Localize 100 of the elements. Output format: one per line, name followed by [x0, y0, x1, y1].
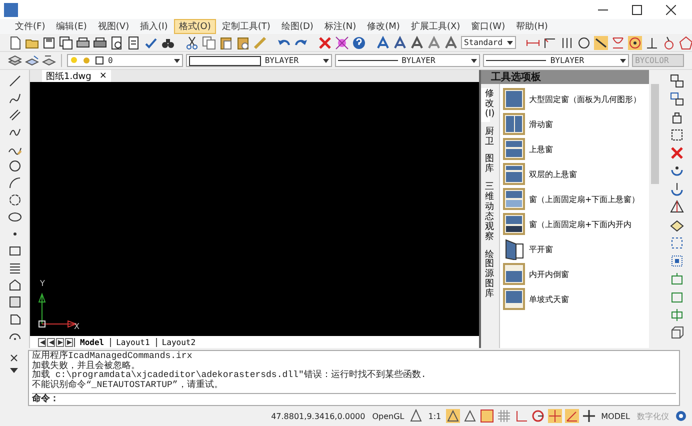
palette-item[interactable]: 大型固定窗（面板为几何图形） — [503, 88, 646, 110]
dropdown-arrow-icon[interactable] — [322, 58, 329, 62]
copy-objects-icon[interactable] — [670, 92, 684, 106]
menu-item[interactable]: 窗口(W) — [466, 19, 510, 34]
printer-icon[interactable] — [76, 36, 90, 50]
print-preview-icon[interactable] — [110, 36, 124, 50]
dropdown-arrow-icon[interactable] — [506, 40, 513, 44]
hatch-icon[interactable] — [8, 261, 22, 275]
extend-icon[interactable] — [670, 290, 684, 304]
next-tab-button[interactable] — [56, 338, 64, 346]
break-icon[interactable] — [670, 308, 684, 322]
dropdown-arrow-icon[interactable] — [174, 58, 180, 62]
last-tab-button[interactable] — [65, 338, 73, 346]
copy-objects-icon[interactable] — [670, 74, 684, 88]
model-space-button[interactable]: MODEL — [599, 412, 632, 420]
baseline-icon[interactable] — [560, 36, 574, 50]
menu-item[interactable]: 扩展工具(X) — [406, 19, 466, 34]
layout-tab[interactable]: Layout2 — [156, 338, 201, 346]
menu-item[interactable]: 修改(M) — [362, 19, 405, 34]
tab-close-button[interactable]: × — [99, 71, 107, 81]
layer-dropdown[interactable]: 0 — [67, 54, 183, 67]
ortho-icon[interactable] — [514, 409, 528, 423]
dropdown-arrow-icon[interactable] — [471, 58, 478, 62]
text-style-icon[interactable] — [410, 36, 424, 50]
check-icon[interactable] — [144, 36, 158, 50]
rectangle-icon[interactable] — [8, 244, 22, 258]
dropdown-arrow-icon[interactable] — [620, 58, 626, 62]
rotate-icon[interactable] — [670, 182, 684, 196]
box-icon[interactable] — [670, 326, 684, 340]
dropdown-arrow-icon[interactable] — [10, 366, 18, 374]
menu-item[interactable]: 插入(I) — [135, 19, 173, 34]
polyline-icon[interactable] — [8, 91, 22, 105]
save-all-icon[interactable] — [59, 36, 73, 50]
polygon-icon[interactable] — [8, 312, 22, 326]
diagonal-line-icon[interactable] — [594, 36, 608, 50]
snap-icon[interactable] — [480, 409, 494, 423]
color-dropdown[interactable]: BYLAYER — [186, 54, 332, 67]
menu-item[interactable]: 标注(N) — [319, 19, 362, 34]
palette-item[interactable]: 窗（上面固定扇+下面上悬窗） — [503, 188, 646, 210]
scale-icon[interactable] — [670, 254, 684, 268]
clipboard-icon[interactable] — [219, 36, 233, 50]
layout-tab[interactable]: Layout1 — [110, 338, 155, 346]
palette-item[interactable]: 平开窗 — [503, 238, 646, 260]
layer-previous-icon[interactable] — [42, 54, 56, 68]
menu-item[interactable]: 格式(O) — [174, 19, 216, 34]
lock-icon[interactable] — [670, 110, 684, 124]
purge-icon[interactable] — [335, 36, 349, 50]
center-mark-icon[interactable] — [628, 36, 642, 50]
object-snap-icon[interactable] — [548, 409, 562, 423]
menu-item[interactable]: 帮助(H) — [511, 19, 553, 34]
crosshair-icon[interactable] — [582, 409, 596, 423]
first-tab-button[interactable] — [38, 338, 46, 346]
line-icon[interactable] — [8, 74, 22, 88]
layer-state-icon[interactable] — [25, 54, 39, 68]
close-icon[interactable] — [10, 354, 18, 362]
palette-item[interactable]: 滑动窗 — [503, 113, 646, 135]
maximize-icon[interactable] — [632, 4, 642, 14]
rotate-icon[interactable] — [670, 164, 684, 178]
command-window[interactable]: 应用程序IcadManagedCommands.irx 加载失败，并且会被忽略。 加载 c:\programdata\xjcadeditor\adekorastersds.dll"错误：运行时找不到某些函数. 不能识别命令“_NETAUTOSTARTUP”，请重试。 命令： — [28, 350, 680, 406]
menu-item[interactable]: 编辑(E) — [51, 19, 92, 34]
clipboard-icon[interactable] — [236, 36, 250, 50]
ellipse-icon[interactable] — [8, 210, 22, 224]
perpendicular-icon[interactable] — [644, 36, 659, 50]
polar-icon[interactable] — [531, 409, 546, 423]
region-icon[interactable] — [8, 278, 22, 292]
circle-icon[interactable] — [576, 36, 591, 50]
annotation-icon[interactable] — [463, 409, 478, 423]
ordinate-icon[interactable] — [542, 36, 557, 50]
tracking-icon[interactable] — [565, 409, 580, 423]
parallel-lines-icon[interactable] — [8, 108, 22, 122]
menu-item[interactable]: 定制工具(T) — [216, 19, 276, 34]
help-icon[interactable] — [352, 36, 366, 50]
scale-button[interactable]: 1:1 — [426, 412, 444, 420]
layers-icon[interactable] — [8, 54, 22, 68]
text-style-icon[interactable] — [427, 36, 441, 50]
text-style-icon[interactable] — [444, 36, 458, 50]
copy-icon[interactable] — [202, 36, 216, 50]
dashed-square-icon[interactable] — [670, 128, 684, 142]
boundary-icon[interactable] — [8, 295, 22, 309]
circle-icon[interactable] — [8, 193, 22, 207]
delete-icon[interactable] — [318, 36, 332, 50]
menu-item[interactable]: 文件(F) — [10, 19, 50, 34]
color-swatch-icon[interactable] — [95, 56, 104, 65]
menu-item[interactable]: 绘图(D) — [276, 19, 318, 34]
printer-icon[interactable] — [93, 36, 107, 50]
palette-item[interactable]: 上悬窗 — [503, 138, 646, 160]
renderer-button[interactable]: OpenGL — [370, 412, 406, 420]
palette-item[interactable]: 单坡式天窗 — [503, 288, 646, 310]
palette-item[interactable]: 内开内倒窗 — [503, 263, 646, 285]
document-icon[interactable] — [127, 36, 141, 50]
circle-icon[interactable] — [8, 159, 22, 173]
palette-item[interactable]: 窗（上面固定扇+下面内开内 — [503, 213, 646, 235]
annotation-icon[interactable] — [446, 409, 460, 423]
linetype-dropdown[interactable]: BYLAYER — [334, 54, 480, 67]
drawing-canvas[interactable]: Y X — [30, 82, 479, 336]
settings-icon[interactable] — [674, 409, 688, 423]
text-style-icon[interactable] — [393, 36, 407, 50]
command-prompt[interactable]: 命令： — [32, 392, 676, 404]
text-style-dropdown[interactable]: Standard — [461, 36, 516, 49]
text-style-icon[interactable] — [376, 36, 390, 50]
